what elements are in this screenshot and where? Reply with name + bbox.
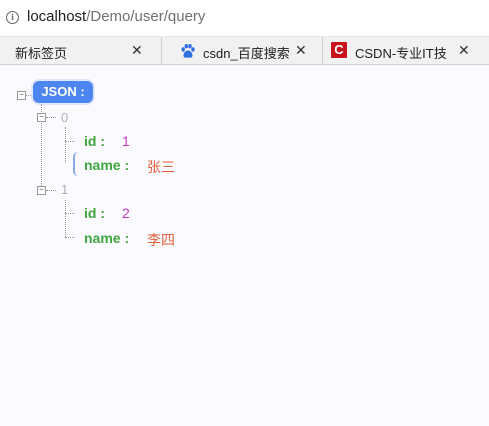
tree-connector xyxy=(65,237,75,238)
json-key-id: id : xyxy=(84,205,105,221)
json-value-string: 张三 xyxy=(147,159,175,175)
url-host: localhost xyxy=(27,8,87,25)
baidu-paw-icon xyxy=(181,44,195,58)
tab-label: CSDN-专业IT技 xyxy=(355,46,447,61)
close-icon[interactable]: ✕ xyxy=(458,42,470,59)
close-icon[interactable]: ✕ xyxy=(295,42,307,59)
json-value-number: 1 xyxy=(122,133,130,149)
array-index: 1 xyxy=(61,182,69,197)
json-tree-viewer: − JSON : − 0 id : 1 name : 张三 − 1 id : 2… xyxy=(0,65,489,426)
collapse-icon[interactable]: − xyxy=(37,186,46,195)
tree-connector xyxy=(46,117,56,118)
tree-connector xyxy=(46,190,56,191)
tab-strip: 新标签页 ✕ csdn_百度搜索 ✕ C CSDN-专业IT技 ✕ xyxy=(0,37,489,65)
tree-connector xyxy=(65,213,75,214)
csdn-logo-icon: C xyxy=(331,42,347,58)
array-index: 0 xyxy=(61,110,69,125)
json-key-id: id : xyxy=(84,133,105,149)
collapse-icon[interactable]: − xyxy=(17,91,26,100)
tab-baidu[interactable]: csdn_百度搜索 ✕ xyxy=(162,37,323,64)
info-icon[interactable]: i xyxy=(6,11,19,24)
tab-new-tab[interactable]: 新标签页 ✕ xyxy=(0,37,162,64)
address-bar[interactable]: i localhost/Demo/user/query xyxy=(0,0,489,37)
tab-label: 新标签页 xyxy=(15,46,68,61)
tree-connector xyxy=(65,200,66,237)
row-highlight xyxy=(73,152,83,176)
tree-connector xyxy=(65,127,66,163)
tree-connector xyxy=(26,95,33,96)
tab-label: csdn_百度搜索 xyxy=(203,46,290,61)
tree-connector xyxy=(65,141,75,142)
url-path: /Demo/user/query xyxy=(86,8,206,25)
tab-csdn[interactable]: C CSDN-专业IT技 ✕ xyxy=(323,37,489,64)
json-value-number: 2 xyxy=(122,205,130,221)
json-value-string: 李四 xyxy=(147,232,175,248)
collapse-icon[interactable]: − xyxy=(37,113,46,122)
close-icon[interactable]: ✕ xyxy=(131,42,143,59)
json-key-name: name : xyxy=(84,230,130,246)
json-root-label[interactable]: JSON : xyxy=(33,81,93,103)
url-text[interactable]: localhost/Demo/user/query xyxy=(27,8,205,26)
json-key-name: name : xyxy=(84,157,130,173)
